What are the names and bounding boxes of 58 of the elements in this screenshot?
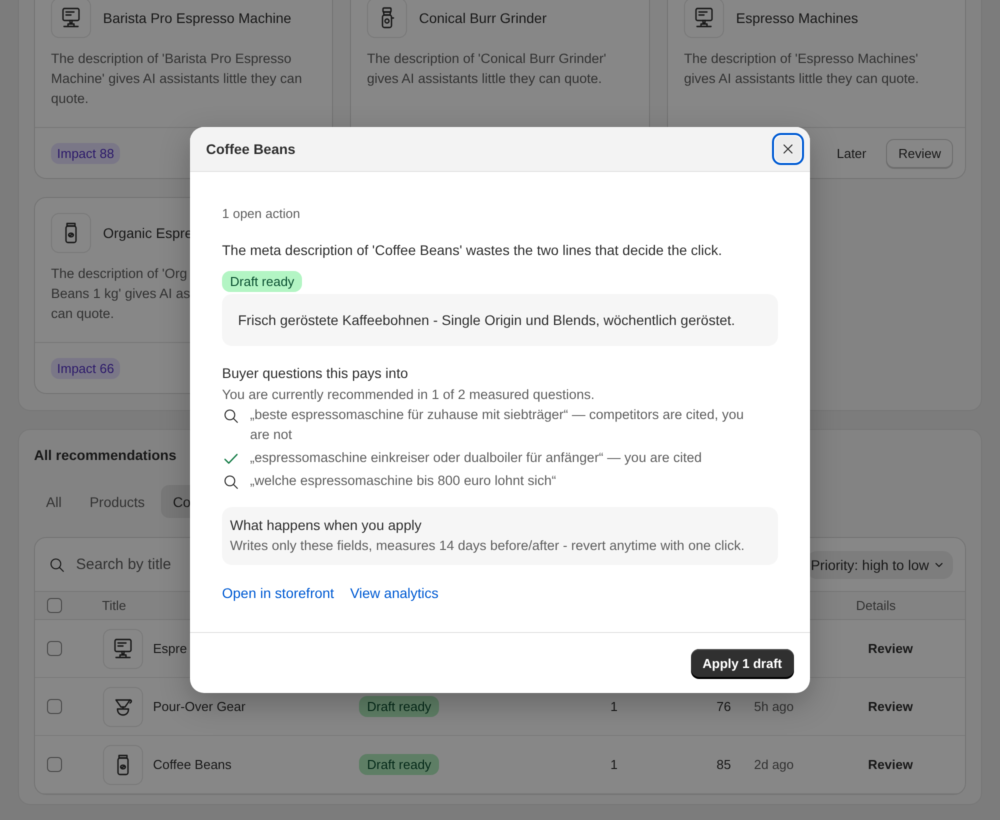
filter-tab[interactable]: Products — [78, 485, 157, 518]
link[interactable]: View analytics — [350, 585, 439, 601]
row-title: Coffee Beans — [153, 757, 232, 772]
draft-text: Frisch geröstete Kaffeebohnen - Single Origin und Blends, wöchentlich geröstet. — [238, 312, 736, 328]
open-actions-count: 1 open action — [222, 206, 300, 221]
description-line: can quote. — [51, 305, 114, 323]
table-cell: 1 — [610, 757, 618, 772]
impact-badge: Impact 88 — [51, 142, 120, 164]
description-line: gives AI assistants little they can quote. — [684, 70, 919, 88]
card-title: Espresso Machines — [736, 10, 858, 26]
apply-button[interactable]: Apply 1 draft — [690, 649, 794, 677]
section-title: Buyer questions this pays into — [222, 365, 408, 381]
row-title: Pour-Over Gear — [153, 699, 246, 714]
issue-text: The meta description of 'Coffee Beans' wastes the two lines that decide the click. — [222, 242, 722, 258]
table-cell: 5h ago — [754, 699, 794, 714]
table-cell: 2d ago — [754, 757, 794, 772]
checkbox[interactable] — [47, 641, 62, 656]
impact-badge: Impact 66 — [51, 358, 120, 378]
checkbox[interactable] — [47, 598, 62, 613]
description-line: quote. — [51, 90, 89, 108]
table-cell: 1 — [610, 699, 618, 714]
section-title: All recommendations — [34, 446, 176, 464]
later-button[interactable]: Later — [828, 140, 874, 166]
description-line: gives AI assistants little they can quote. — [367, 70, 602, 88]
description-line: The description of 'Org — [51, 265, 188, 283]
card-title: Conical Burr Grinder — [419, 10, 547, 26]
checkbox[interactable] — [47, 757, 62, 772]
review-link[interactable]: Review — [868, 757, 913, 772]
checkbox[interactable] — [47, 699, 62, 714]
question-text: „beste espressomaschine für zuhause mit siebträger“ — competitors are cited, you are not — [250, 406, 745, 444]
search-icon — [48, 556, 66, 574]
column-header: Title — [102, 598, 126, 613]
row-title: Espre — [153, 641, 187, 656]
question-text: „espressomaschine einkreiser oder dualboiler für anfänger“ — you are cited — [250, 449, 702, 467]
description-line: The description of 'Conical Burr Grinder' — [367, 50, 606, 68]
review-link[interactable]: Review — [868, 641, 913, 656]
review-button[interactable]: Review — [886, 138, 953, 168]
table-cell: 76 — [716, 699, 731, 714]
status-badge: Draft ready — [222, 271, 302, 292]
link[interactable]: Open in storefront — [222, 585, 334, 601]
description-line: The description of 'Espresso Machines' — [684, 50, 918, 68]
info-title: What happens when you apply — [230, 517, 422, 533]
description-line: The description of 'Barista Pro Espresso — [51, 50, 292, 68]
review-link[interactable]: Review — [868, 699, 913, 714]
column-header: Details — [856, 598, 896, 613]
status-badge: Draft ready — [359, 754, 440, 775]
card-title: Barista Pro Espresso Machine — [103, 10, 292, 26]
status-badge: Draft ready — [359, 696, 440, 717]
filter-tab[interactable]: All — [34, 485, 74, 518]
dialog-title: Coffee Beans — [206, 141, 296, 157]
description-line: Beans 1 kg' gives AI as — [51, 285, 190, 303]
summary-text: You are currently recommended in 1 of 2 measured questions. — [222, 387, 594, 402]
search-field[interactable]: Search by title — [76, 556, 172, 573]
info-text: Writes only these fields, measures 14 days before/after - revert anytime with one click. — [230, 538, 744, 553]
question-text: „welche espressomaschine bis 800 euro lohnt sich“ — [250, 472, 556, 490]
description-line: Machine' gives AI assistants little they can — [51, 70, 302, 88]
close-button[interactable] — [772, 133, 804, 165]
table-cell: 85 — [716, 757, 731, 772]
